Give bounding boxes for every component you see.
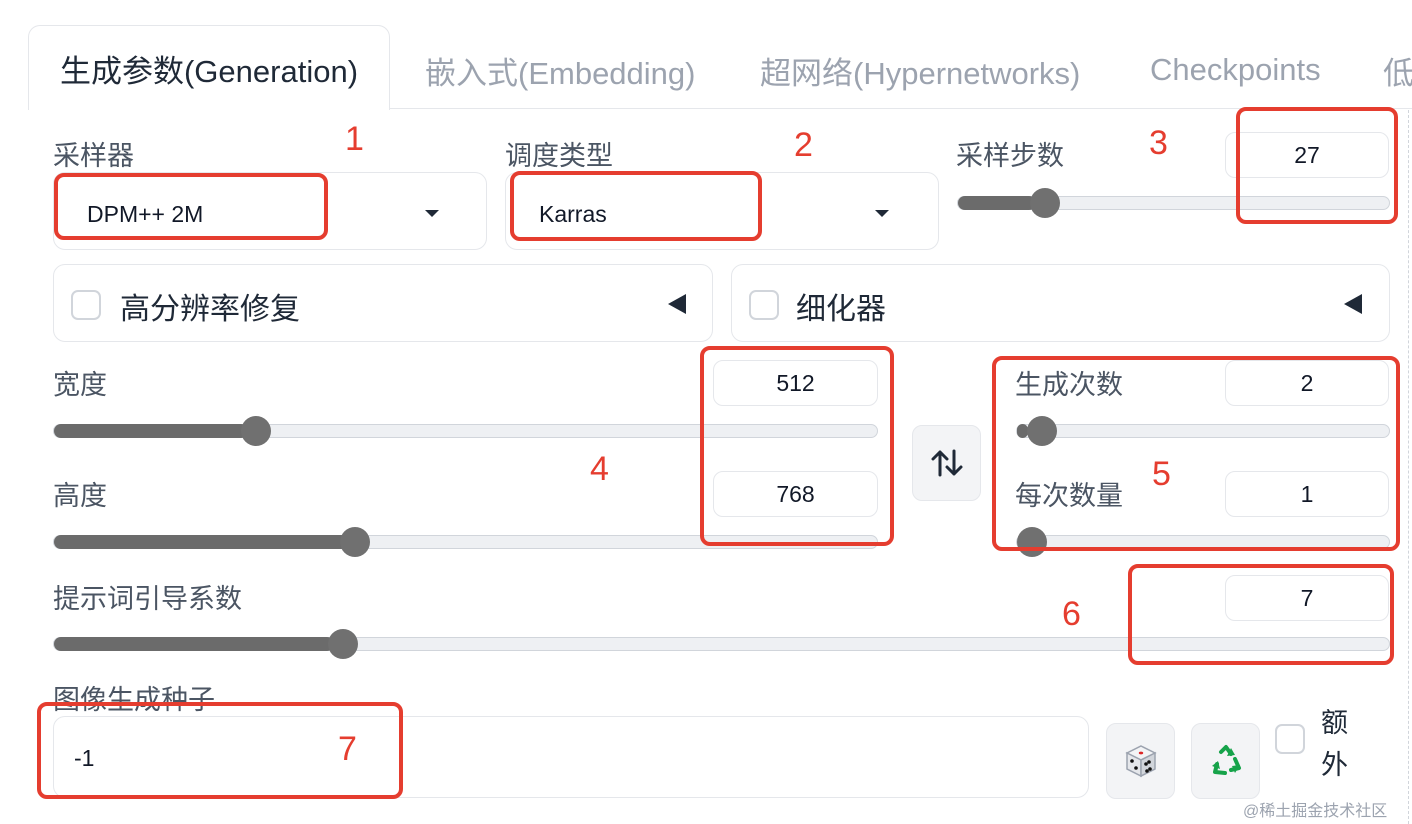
collapse-triangle-icon[interactable]: [668, 294, 686, 314]
collapse-triangle-icon[interactable]: [1344, 294, 1362, 314]
chevron-down-icon: [875, 210, 889, 217]
tab-embedding[interactable]: 嵌入式(Embedding): [425, 30, 695, 110]
width-label: 宽度: [53, 370, 107, 400]
batch-size-slider[interactable]: [1016, 527, 1390, 557]
height-slider-fill: [54, 535, 352, 549]
steps-input[interactable]: 27: [1225, 132, 1389, 178]
scheduler-select[interactable]: Karras: [505, 172, 939, 250]
chevron-down-icon: [425, 210, 439, 217]
sampler-value: DPM++ 2M: [87, 201, 204, 227]
scheduler-label: 调度类型: [505, 141, 613, 171]
height-label: 高度: [53, 481, 107, 511]
batch-size-label: 每次数量: [1015, 481, 1123, 511]
swap-dimensions-button[interactable]: [912, 425, 981, 501]
width-slider-thumb[interactable]: [241, 416, 272, 446]
hires-fix-label: 高分辨率修复: [120, 293, 300, 326]
cfg-scale-label: 提示词引导系数: [53, 584, 242, 614]
annotation-number-3: 3: [1149, 124, 1168, 162]
swap-arrows-icon: [931, 449, 962, 477]
cfg-scale-slider-fill: [54, 637, 335, 651]
hires-fix-checkbox[interactable]: [71, 290, 101, 320]
random-seed-button[interactable]: [1106, 723, 1175, 799]
annotation-number-5: 5: [1152, 455, 1171, 493]
steps-slider-thumb[interactable]: [1030, 188, 1061, 218]
dice-icon: [1124, 745, 1157, 778]
height-slider-thumb[interactable]: [340, 527, 371, 557]
steps-slider[interactable]: [957, 188, 1390, 218]
batch-size-slider-thumb[interactable]: [1017, 527, 1047, 557]
width-input[interactable]: 512: [713, 360, 878, 406]
seed-label: 图像生成种子: [53, 685, 215, 715]
width-slider[interactable]: [53, 416, 878, 446]
refiner-checkbox[interactable]: [749, 290, 779, 320]
cfg-scale-input[interactable]: 7: [1225, 575, 1389, 621]
panel-edge: [1408, 110, 1409, 824]
refiner-label: 细化器: [796, 293, 886, 326]
sampler-select[interactable]: DPM++ 2M: [53, 172, 487, 250]
tab-lora-partial[interactable]: 低: [1383, 30, 1412, 110]
scheduler-value: Karras: [539, 201, 607, 227]
batch-count-slider-thumb[interactable]: [1027, 416, 1058, 446]
hires-fix-accordion[interactable]: 高分辨率修复: [53, 264, 713, 342]
refiner-accordion[interactable]: 细化器: [731, 264, 1390, 342]
cfg-scale-slider-thumb[interactable]: [328, 629, 359, 659]
seed-input[interactable]: -1: [53, 716, 1089, 798]
batch-count-label: 生成次数: [1015, 370, 1123, 400]
width-slider-fill: [54, 424, 249, 438]
batch-count-slider[interactable]: [1016, 416, 1390, 446]
recycle-icon: [1211, 745, 1241, 775]
height-slider[interactable]: [53, 527, 878, 557]
batch-size-input[interactable]: 1: [1225, 471, 1389, 517]
batch-count-input[interactable]: 2: [1225, 360, 1389, 406]
tab-hypernetworks[interactable]: 超网络(Hypernetworks): [760, 30, 1080, 110]
steps-slider-fill: [958, 196, 1036, 210]
sampler-label: 采样器: [53, 141, 134, 171]
reuse-seed-button[interactable]: [1191, 723, 1260, 799]
cfg-scale-slider[interactable]: [53, 629, 1390, 659]
watermark-text: @稀土掘金技术社区: [1243, 803, 1388, 820]
annotation-number-4: 4: [590, 450, 609, 488]
annotation-number-1: 1: [345, 120, 364, 158]
annotation-number-6: 6: [1062, 595, 1081, 633]
tab-checkpoints[interactable]: Checkpoints: [1150, 30, 1321, 110]
annotation-number-7: 7: [338, 730, 357, 768]
steps-label: 采样步数: [956, 141, 1064, 171]
extra-seed-checkbox[interactable]: [1275, 724, 1305, 754]
annotation-number-2: 2: [794, 126, 813, 164]
height-input[interactable]: 768: [713, 471, 878, 517]
extra-seed-label: 额 外: [1321, 708, 1348, 780]
tab-generation[interactable]: 生成参数(Generation): [28, 25, 390, 110]
seed-value: -1: [74, 745, 95, 771]
